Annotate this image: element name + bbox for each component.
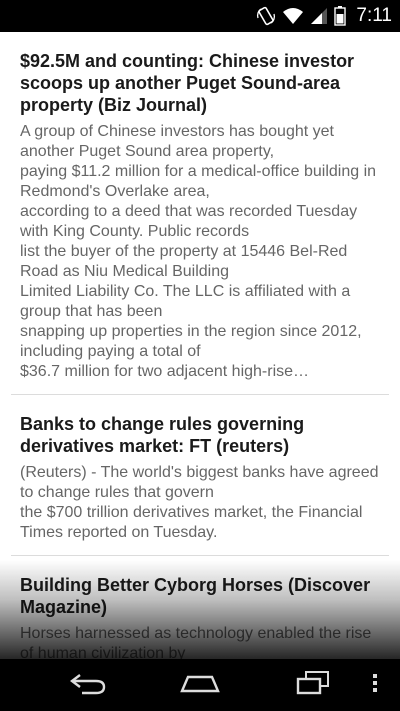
- article-title[interactable]: $92.5M and counting: Chinese investor sc…: [20, 50, 380, 116]
- back-button[interactable]: [58, 669, 118, 701]
- back-icon: [68, 671, 108, 700]
- home-button[interactable]: [170, 669, 230, 701]
- article-title[interactable]: Building Better Cyborg Horses (Discover …: [20, 574, 380, 618]
- article-item[interactable]: Building Better Cyborg Horses (Discover …: [11, 556, 389, 659]
- menu-icon: [371, 671, 379, 700]
- article-item[interactable]: Banks to change rules governing derivati…: [11, 395, 389, 556]
- screen-rotation-icon: [256, 6, 276, 26]
- article-summary: (Reuters) - The world's biggest banks ha…: [20, 464, 379, 541]
- wifi-icon: [282, 7, 304, 25]
- article-summary: A group of Chinese investors has bought …: [20, 123, 377, 380]
- battery-icon: [334, 6, 347, 26]
- recent-apps-button[interactable]: [282, 669, 342, 701]
- navigation-bar: [0, 659, 400, 711]
- news-feed[interactable]: $92.5M and counting: Chinese investor sc…: [0, 32, 400, 659]
- cell-signal-icon: [310, 7, 328, 25]
- recent-apps-icon: [292, 670, 332, 701]
- status-bar: 7:11: [0, 0, 400, 32]
- article-summary: Horses harnessed as technology enabled t…: [20, 625, 372, 659]
- status-clock: 7:11: [356, 5, 392, 26]
- article-title[interactable]: Banks to change rules governing derivati…: [20, 413, 380, 457]
- status-icons: 7:11: [256, 0, 392, 32]
- article-item[interactable]: $92.5M and counting: Chinese investor sc…: [11, 32, 389, 395]
- home-icon: [178, 671, 222, 700]
- overflow-menu-button[interactable]: [350, 669, 400, 701]
